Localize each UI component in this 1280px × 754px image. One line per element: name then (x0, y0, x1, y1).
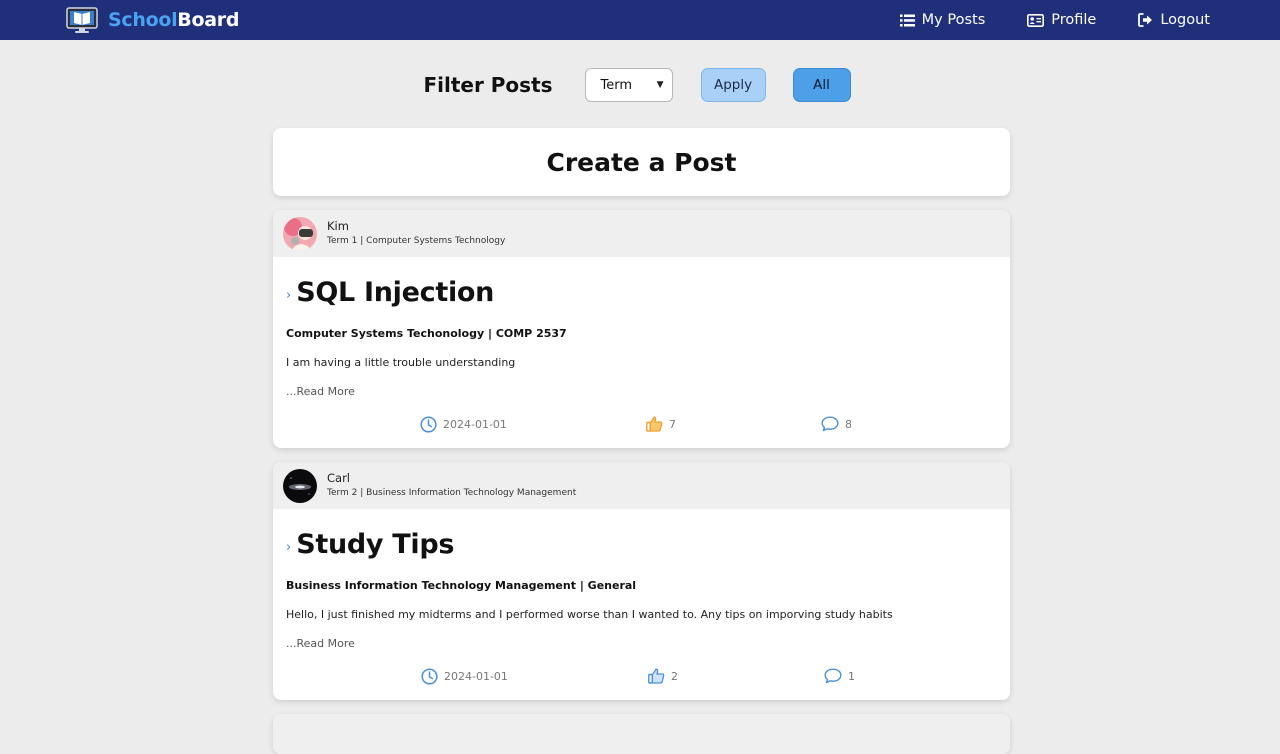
author-info: Carl Term 2 | Business Information Techn… (327, 470, 577, 499)
post-course-label: Computer Systems Techonology | COMP 2537 (286, 327, 567, 340)
avatar[interactable] (283, 216, 317, 251)
post-card[interactable]: Carl Term 2 | Business Information Techn… (273, 462, 1010, 700)
post-header (273, 714, 1010, 754)
list-icon (899, 14, 915, 26)
comment-count: 8 (845, 417, 852, 431)
thumbs-up-icon (648, 668, 665, 684)
like-button[interactable]: 2 (648, 666, 678, 686)
post-title-text: SQL Injection (296, 276, 495, 308)
post-header: Carl Term 2 | Business Information Techn… (273, 462, 1010, 509)
chevron-right-icon: › (286, 539, 292, 555)
avatar-kim-image (283, 216, 317, 251)
post-card-partial[interactable] (273, 714, 1010, 754)
nav-logout-label: Logout (1160, 12, 1210, 28)
post-title-text: Study Tips (296, 528, 455, 560)
nav-links: My Posts Profile Logout (899, 0, 1210, 40)
post-date: 2024-01-01 (420, 414, 507, 434)
clock-icon (420, 415, 437, 433)
nav-my-posts-label: My Posts (921, 12, 986, 28)
apply-button[interactable]: Apply (700, 68, 766, 102)
id-card-icon (1027, 13, 1045, 27)
all-button[interactable]: All (792, 68, 851, 102)
logout-icon (1138, 13, 1153, 27)
brand-name-part-1: School (108, 9, 178, 31)
avatar[interactable] (283, 468, 317, 503)
thumbs-up-icon (646, 416, 663, 432)
author-meta: Term 1 | Computer Systems Technology (327, 236, 506, 247)
chevron-right-icon: › (286, 287, 292, 303)
post-card[interactable]: Kim Term 1 | Computer Systems Technology… (273, 210, 1010, 448)
nav-profile[interactable]: Profile (1027, 12, 1096, 28)
monitor-book-logo-icon (66, 7, 98, 33)
avatar-carl-image (283, 468, 317, 503)
nav-profile-label: Profile (1051, 12, 1097, 28)
create-post-button[interactable]: Create a Post (273, 128, 1010, 196)
post-date-text: 2024-01-01 (443, 417, 507, 431)
top-navbar: SchoolBoard My Posts Profile Logout (0, 0, 1280, 40)
post-title[interactable]: › Study Tips (286, 528, 997, 560)
post-course-label: Business Information Technology Manageme… (286, 579, 637, 592)
comment-button[interactable]: 8 (821, 414, 852, 434)
post-body: › SQL Injection Computer Systems Techono… (273, 277, 1010, 399)
author-name: Carl (327, 470, 350, 485)
post-header: Kim Term 1 | Computer Systems Technology (273, 210, 1010, 257)
comment-count: 1 (848, 669, 855, 683)
author-meta: Term 2 | Business Information Technology… (327, 488, 577, 499)
post-date: 2024-01-01 (421, 666, 508, 686)
comment-icon (824, 668, 842, 684)
term-select[interactable]: Term ▼ (584, 68, 673, 102)
filter-title: Filter Posts (423, 73, 553, 97)
post-excerpt: Hello, I just finished my midterms and I… (286, 608, 893, 621)
post-excerpt: I am having a little trouble understandi… (286, 356, 516, 369)
post-body: › Study Tips Business Information Techno… (273, 529, 1010, 651)
like-count: 7 (669, 417, 676, 431)
read-more-link[interactable]: ...Read More (286, 637, 355, 650)
post-footer: 2024-01-01 7 8 (273, 414, 1010, 434)
read-more-link[interactable]: ...Read More (286, 385, 355, 398)
post-title[interactable]: › SQL Injection (286, 276, 997, 308)
brand-name-part-2: Board (177, 9, 240, 31)
comment-button[interactable]: 1 (824, 666, 855, 686)
nav-logout[interactable]: Logout (1138, 12, 1210, 28)
post-date-text: 2024-01-01 (444, 669, 508, 683)
brand-name: SchoolBoard (108, 9, 239, 31)
like-button[interactable]: 7 (646, 414, 676, 434)
post-footer: 2024-01-01 2 1 (273, 666, 1010, 686)
author-name: Kim (327, 218, 349, 233)
chevron-down-icon: ▼ (656, 80, 664, 90)
nav-my-posts[interactable]: My Posts (899, 12, 986, 28)
brand-logo-link[interactable]: SchoolBoard (66, 5, 239, 35)
clock-icon (421, 667, 438, 685)
author-info: Kim Term 1 | Computer Systems Technology (327, 218, 506, 247)
comment-icon (821, 416, 839, 432)
like-count: 2 (671, 669, 678, 683)
term-select-value: Term (600, 77, 633, 93)
filter-bar: Filter Posts Term ▼ Apply All (0, 68, 1280, 102)
